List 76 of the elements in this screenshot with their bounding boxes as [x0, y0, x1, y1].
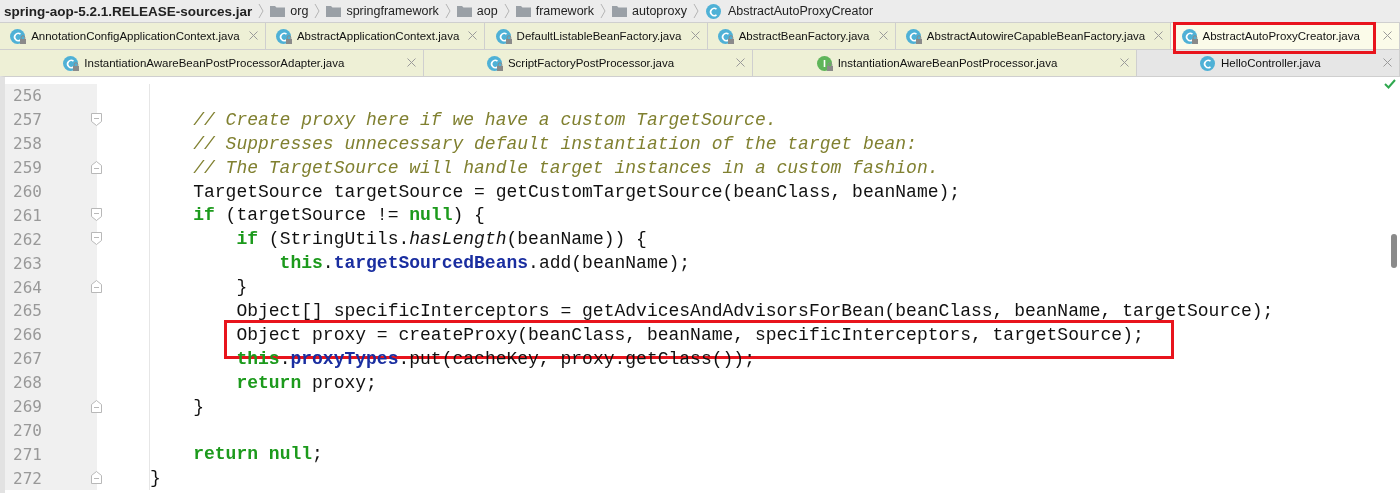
breadcrumb-item[interactable]: aop	[476, 4, 498, 18]
editor-tab[interactable]: InstantiationAwareBeanPostProcessorAdapter.java	[0, 50, 424, 76]
chevron-icon	[600, 3, 606, 19]
code-line: Object[] specificInterceptors = getAdvicesAndAdvisorsForBean(beanClass, beanName, targetSource);	[235, 300, 1274, 321]
code-line: return proxy;	[235, 372, 377, 393]
code-line: // Suppresses unnecessary default instantiation of the target bean:	[192, 133, 917, 154]
chevron-icon	[314, 3, 321, 19]
code-line: // Create proxy here if we have a custom TargetSource.	[192, 109, 777, 130]
line-number: 270	[5, 418, 97, 443]
fold-icon[interactable]	[91, 280, 102, 294]
code-line: }	[192, 396, 204, 417]
fold-icon[interactable]	[91, 112, 102, 126]
fold-icon[interactable]	[91, 160, 102, 174]
breadcrumb-item[interactable]: autoproxy	[632, 4, 687, 18]
close-icon[interactable]	[878, 31, 888, 40]
fold-icon[interactable]	[91, 208, 102, 222]
editor-tab[interactable]: InstantiationAwareBeanPostProcessor.java	[753, 50, 1137, 76]
line-number: 263	[5, 251, 97, 276]
close-icon[interactable]	[736, 58, 746, 67]
code-line: }	[235, 277, 248, 298]
breadcrumb-item[interactable]: framework	[535, 4, 594, 18]
scrollbar-thumb[interactable]	[1391, 234, 1397, 268]
line-number: 267	[5, 346, 97, 371]
line-number: 266	[5, 322, 97, 347]
line-number: 264	[5, 275, 97, 299]
breadcrumb-item[interactable]: springframework	[346, 4, 439, 18]
code-line: Object proxy = createProxy(beanClass, beanName, specificInterceptors, targetSource);	[235, 324, 1144, 345]
fold-icon[interactable]	[91, 399, 102, 413]
line-number: 260	[5, 179, 97, 204]
editor-tab[interactable]: DefaultListableBeanFactory.java	[485, 23, 708, 49]
editor-tab[interactable]: AbstractAutoProxyCreator.java	[1171, 23, 1400, 49]
code-line: if (StringUtils.hasLength(beanName)) {	[235, 229, 647, 250]
close-icon[interactable]	[1119, 58, 1129, 67]
editor-tab[interactable]: AbstractBeanFactory.java	[707, 23, 896, 49]
class-icon	[1199, 54, 1217, 72]
line-number: 261	[5, 203, 97, 228]
line-number: 256	[5, 84, 97, 108]
fold-icon[interactable]	[91, 471, 102, 485]
breadcrumb-item[interactable]: org	[290, 4, 309, 18]
breadcrumb-item[interactable]: spring-aop-5.2.1.RELEASE-sources.jar	[4, 3, 253, 19]
line-number: 265	[5, 299, 97, 323]
breadcrumb-item[interactable]: AbstractAutoProxyCreator	[727, 4, 874, 18]
line-number: 258	[5, 131, 97, 156]
chevron-icon	[692, 3, 699, 19]
folder-icon	[456, 5, 472, 17]
class-icon	[704, 2, 723, 20]
folder-icon	[326, 5, 342, 17]
line-number: 272	[5, 466, 97, 491]
code-line: // The TargetSource will handle target instances in a custom fashion.	[192, 157, 939, 178]
close-icon[interactable]	[1382, 31, 1392, 40]
code-line: }	[150, 468, 161, 489]
close-icon[interactable]	[468, 31, 478, 40]
fold-icon[interactable]	[91, 232, 102, 246]
close-icon[interactable]	[248, 31, 258, 40]
close-icon[interactable]	[406, 58, 416, 67]
editor-tab[interactable]: AbstractAutowireCapableBeanFactory.java	[895, 23, 1172, 49]
close-icon[interactable]	[690, 31, 700, 40]
folder-icon	[270, 5, 286, 17]
code-line: TargetSource targetSource = getCustomTargetSource(beanClass, beanName);	[192, 181, 961, 202]
close-icon[interactable]	[1383, 58, 1392, 67]
editor-tab[interactable]: ScriptFactoryPostProcessor.java	[423, 50, 754, 76]
code-line: if (targetSource != null) {	[192, 205, 485, 226]
line-number: 271	[5, 442, 97, 467]
editor-tab[interactable]: AnnotationConfigApplicationContext.java	[0, 23, 266, 49]
line-number: 262	[5, 227, 97, 252]
folder-icon	[612, 5, 627, 17]
chevron-icon	[503, 3, 510, 19]
folder-icon	[515, 5, 531, 17]
line-number: 268	[5, 370, 97, 395]
chevron-icon	[444, 3, 451, 19]
chevron-icon	[258, 3, 265, 19]
code-line: this.targetSourcedBeans.add(beanName);	[278, 253, 691, 274]
editor-tab[interactable]: AbstractApplicationContext.java	[265, 23, 486, 49]
code-line: return null;	[192, 444, 323, 465]
close-icon[interactable]	[1154, 31, 1164, 40]
check-icon	[1384, 79, 1396, 89]
